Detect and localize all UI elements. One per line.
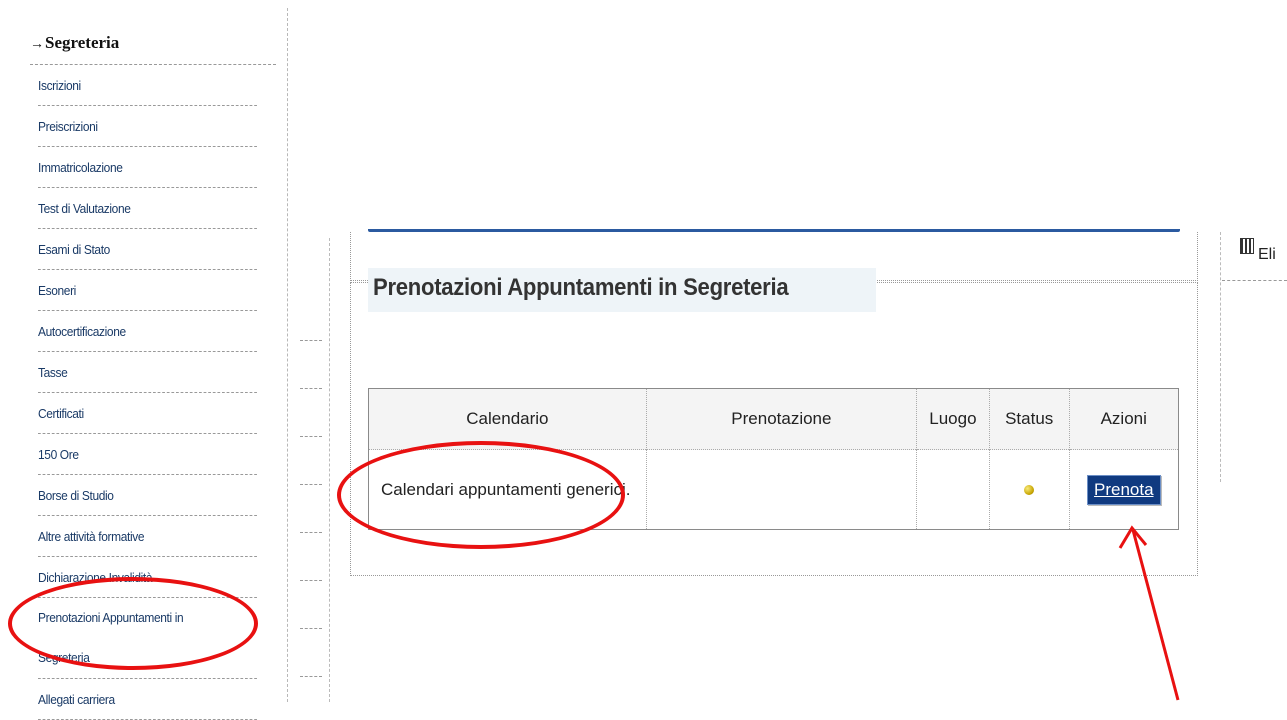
sidebar-item-allegati-carriera[interactable]: Allegati carriera (38, 679, 257, 720)
sidebar-item-esami-stato[interactable]: Esami di Stato (38, 229, 257, 270)
sidebar-item-certificati[interactable]: Certificati (38, 393, 257, 434)
table-row: Calendari appuntamenti generici. Prenota (368, 449, 1179, 530)
header-status: Status (988, 388, 1070, 450)
sidebar-item-autocertificazione[interactable]: Autocertificazione (38, 311, 257, 352)
sidebar-title: →Segreteria (30, 33, 120, 52)
header-azioni: Azioni (1068, 388, 1179, 450)
column-divider (329, 238, 330, 702)
header-prenotazione: Prenotazione (645, 388, 917, 450)
appointments-table: Calendario Prenotazione Luogo Status Azi… (368, 388, 1179, 530)
sidebar-item-150-ore[interactable]: 150 Ore (38, 434, 257, 475)
cell-azioni: Prenota (1068, 449, 1179, 530)
sidebar-menu: Iscrizioni Preiscrizioni Immatricolazion… (38, 65, 276, 720)
prenota-button[interactable]: Prenota (1086, 474, 1161, 505)
section-title: Prenotazioni Appuntamenti in Segreteria (373, 274, 789, 301)
cell-status (988, 449, 1070, 530)
sidebar-item-esoneri[interactable]: Esoneri (38, 270, 257, 311)
bookmark-icon[interactable] (1240, 238, 1254, 254)
sidebar-divider (287, 8, 288, 702)
sidebar-item-immatricolazione[interactable]: Immatricolazione (38, 147, 257, 188)
cell-calendario: Calendari appuntamenti generici. (368, 449, 647, 530)
right-panel-link[interactable]: Eli (1258, 246, 1276, 264)
right-panel-divider (1220, 232, 1221, 482)
cell-luogo (915, 449, 990, 530)
header-luogo: Luogo (915, 388, 990, 450)
sidebar-item-preiscrizioni[interactable]: Preiscrizioni (38, 106, 257, 147)
sidebar-item-altre-attivita[interactable]: Altre attività formative (38, 516, 257, 557)
sidebar-item-test-valutazione[interactable]: Test di Valutazione (38, 188, 257, 229)
arrow-right-icon: → (30, 37, 44, 52)
sidebar-item-borse-studio[interactable]: Borse di Studio (38, 475, 257, 516)
upper-section-input-edge (368, 229, 1180, 232)
right-panel-separator (1222, 280, 1287, 281)
cell-prenotazione (645, 449, 917, 530)
header-calendario: Calendario (368, 388, 647, 450)
table-header-row: Calendario Prenotazione Luogo Status Azi… (368, 388, 1179, 450)
sidebar-item-iscrizioni[interactable]: Iscrizioni (38, 65, 257, 106)
sidebar-item-dichiarazione-invalidita[interactable]: Dichiarazione Invalidità (38, 557, 257, 598)
sidebar-item-tasse[interactable]: Tasse (38, 352, 257, 393)
sidebar: →Segreteria Iscrizioni Preiscrizioni Imm… (0, 0, 287, 720)
sidebar-item-prenotazioni-appuntamenti[interactable]: Prenotazioni Appuntamenti in Segreteria (38, 598, 257, 679)
yellow-dot-icon (1024, 484, 1035, 495)
